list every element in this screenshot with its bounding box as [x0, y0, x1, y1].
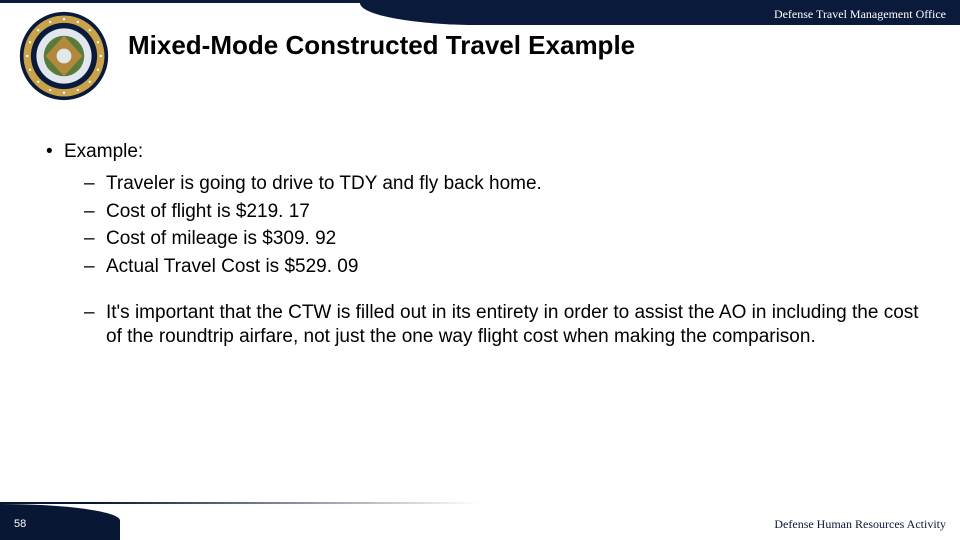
dash-icon: –: [84, 255, 106, 279]
slide-title: Mixed-Mode Constructed Travel Example: [128, 30, 635, 61]
bullet-level1: •Example:: [46, 140, 930, 164]
list-item: –Actual Travel Cost is $529. 09: [84, 255, 930, 279]
dash-icon: –: [84, 301, 106, 325]
footer: 58 Defense Human Resources Activity: [0, 504, 960, 540]
item-text: Actual Travel Cost is $529. 09: [106, 256, 358, 277]
page-number: 58: [14, 518, 26, 530]
item-text: Traveler is going to drive to TDY and fl…: [106, 173, 542, 194]
dash-icon: –: [84, 227, 106, 251]
slide: Defense Travel Management Office Mixed-M…: [0, 0, 960, 540]
dash-icon: –: [84, 200, 106, 224]
seal-svg: [18, 10, 110, 102]
list-item: –Cost of mileage is $309. 92: [84, 227, 930, 251]
content-area: •Example: –Traveler is going to drive to…: [30, 140, 930, 348]
header-org-text: Defense Travel Management Office: [774, 7, 946, 22]
footer-org-text: Defense Human Resources Activity: [774, 517, 946, 532]
item-text: Cost of mileage is $309. 92: [106, 228, 336, 249]
dod-seal-icon: [18, 10, 110, 102]
bullet-dot-icon: •: [46, 140, 64, 164]
item-text: Cost of flight is $219. 17: [106, 201, 310, 222]
dash-icon: –: [84, 172, 106, 196]
list-item: –Cost of flight is $219. 17: [84, 200, 930, 224]
example-label: Example:: [64, 141, 143, 162]
sub-bullet-group: –Traveler is going to drive to TDY and f…: [84, 172, 930, 279]
note-text: It's important that the CTW is filled ou…: [106, 301, 920, 349]
list-item: –Traveler is going to drive to TDY and f…: [84, 172, 930, 196]
header-bar: Defense Travel Management Office: [360, 3, 960, 25]
note-item: – It's important that the CTW is filled …: [84, 301, 930, 349]
